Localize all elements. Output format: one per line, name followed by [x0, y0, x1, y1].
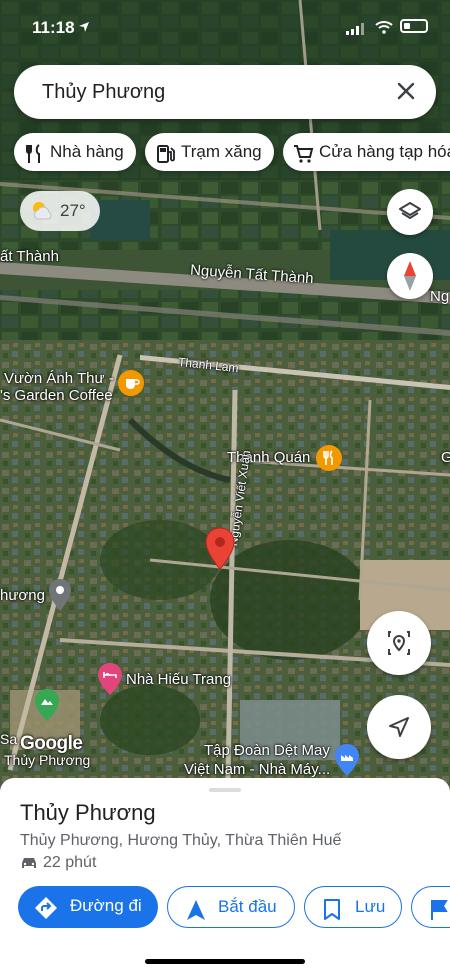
compass-button[interactable] — [387, 253, 433, 299]
place-address: Thủy Phương, Hương Thủy, Thừa Thiên Huế — [20, 832, 342, 849]
road-label: ất Thành — [0, 248, 59, 265]
wifi-icon — [375, 20, 393, 39]
gas-station-icon — [155, 141, 177, 163]
poi-label[interactable]: Việt Nam - Nhà Máy... — [184, 761, 330, 778]
location-pin-icon[interactable] — [204, 527, 236, 571]
navigation-start-icon — [186, 896, 206, 936]
chip-label: Nhà hàng — [50, 142, 124, 161]
battery-icon — [400, 19, 428, 33]
map-edge-label: G — [441, 449, 450, 466]
place-label[interactable]: hương — [0, 587, 45, 604]
layers-icon — [398, 200, 422, 229]
start-button[interactable]: Bắt đầu — [167, 886, 295, 928]
place-bottom-sheet[interactable]: Thủy Phương Thủy Phương, Hương Thủy, Thừ… — [0, 778, 450, 974]
directions-icon — [34, 895, 58, 935]
poi-label-nha-hieu-trang[interactable]: Nhà Hiếu Trang — [126, 671, 231, 688]
sheet-handle[interactable] — [209, 788, 241, 792]
directions-label: Đường đi — [70, 896, 142, 915]
poi-label[interactable]: Vườn Ánh Thư - — [4, 370, 114, 387]
my-location-button[interactable] — [367, 695, 431, 759]
layers-button[interactable] — [387, 189, 433, 235]
location-search-icon — [386, 629, 412, 662]
hotel-poi-icon[interactable] — [97, 662, 123, 696]
chip-label: Cửa hàng tạp hóa — [319, 142, 450, 161]
weather-widget[interactable]: 27° — [20, 191, 100, 231]
close-icon[interactable] — [394, 79, 418, 103]
park-poi-icon[interactable] — [34, 688, 60, 722]
directions-button[interactable]: Đường đi — [18, 886, 158, 928]
place-title: Thủy Phương — [20, 800, 156, 825]
location-arrow-icon — [78, 21, 90, 36]
status-time: 11:18 — [32, 18, 75, 37]
category-chips: Nhà hàng Trạm xăng Cửa hàng tạp hóa — [14, 133, 450, 171]
poi-label[interactable]: Tập Đoàn Dệt May — [204, 742, 330, 759]
flag-icon — [429, 896, 449, 936]
status-bar: 11:18 — [0, 0, 450, 58]
partly-cloudy-icon — [28, 199, 56, 228]
place-search-button[interactable] — [367, 611, 431, 675]
chip-grocery[interactable]: Cửa hàng tạp hóa — [283, 133, 450, 171]
search-bar[interactable]: Thủy Phương — [14, 65, 436, 119]
chip-restaurants[interactable]: Nhà hàng — [14, 133, 136, 171]
weather-temp: 27° — [60, 201, 86, 220]
navigation-arrow-icon — [387, 715, 411, 744]
save-label: Lưu — [355, 897, 386, 916]
start-label: Bắt đầu — [218, 897, 277, 916]
road-label: Ng — [430, 288, 450, 305]
car-icon — [20, 856, 38, 875]
cart-icon — [293, 141, 315, 163]
bookmark-icon — [323, 896, 341, 936]
place-label[interactable]: Thủy Phương — [4, 752, 90, 768]
place-marker-icon[interactable] — [48, 578, 72, 612]
share-button[interactable] — [411, 886, 450, 928]
chip-label: Trạm xăng — [181, 142, 262, 161]
home-indicator[interactable] — [145, 959, 305, 964]
cafe-poi-icon[interactable] — [118, 370, 144, 396]
factory-poi-icon[interactable] — [334, 743, 360, 777]
restaurant-icon — [24, 141, 46, 163]
save-button[interactable]: Lưu — [304, 886, 402, 928]
search-query[interactable]: Thủy Phương — [42, 81, 165, 104]
map-edge-label: Sa — [0, 731, 18, 747]
poi-label[interactable]: 's Garden Coffee — [0, 387, 113, 404]
restaurant-poi-icon[interactable] — [316, 445, 342, 471]
cellular-signal-icon — [346, 22, 366, 40]
compass-icon — [402, 261, 418, 296]
travel-time: 22 phút — [43, 854, 97, 871]
chip-gas-stations[interactable]: Trạm xăng — [145, 133, 274, 171]
